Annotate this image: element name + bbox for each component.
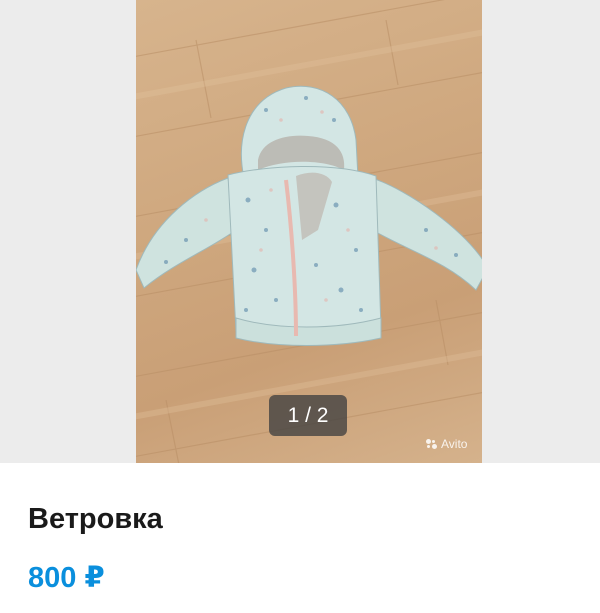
jacket-photo (136, 0, 482, 463)
photo-gallery[interactable]: 1 / 2 Avito (0, 0, 600, 463)
listing-title: Ветровка (28, 503, 163, 535)
photo-counter: 1 / 2 (269, 395, 347, 436)
watermark: Avito (426, 437, 467, 451)
listing-photo[interactable] (136, 0, 482, 463)
avito-logo-icon (426, 439, 438, 449)
watermark-text: Avito (441, 437, 468, 451)
listing-price: 800 ₽ (28, 562, 105, 594)
